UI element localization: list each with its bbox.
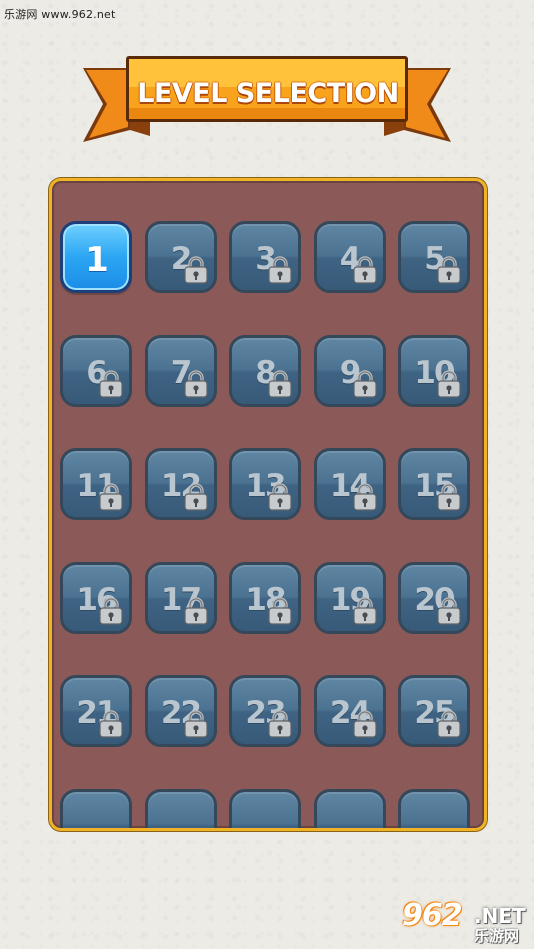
level-button-8[interactable]: 8 bbox=[229, 334, 301, 407]
padlock-icon bbox=[436, 255, 462, 285]
level-button-row6-2[interactable] bbox=[144, 788, 217, 828]
level-button-4[interactable]: 4 bbox=[313, 221, 386, 293]
level-button-10[interactable]: 10 bbox=[398, 334, 470, 407]
level-button-7[interactable]: 7 bbox=[144, 334, 217, 407]
level-button-9[interactable]: 9 bbox=[313, 334, 386, 407]
level-button-24[interactable]: 24 bbox=[313, 675, 386, 747]
level-button-23[interactable]: 23 bbox=[229, 675, 301, 747]
level-button-13[interactable]: 13 bbox=[229, 448, 301, 520]
level-button-19[interactable]: 19 bbox=[313, 561, 386, 634]
padlock-icon bbox=[436, 369, 462, 399]
padlock-icon bbox=[267, 596, 293, 626]
level-button-1[interactable]: 1 bbox=[60, 221, 132, 293]
padlock-icon bbox=[183, 255, 209, 285]
padlock-icon bbox=[352, 369, 378, 399]
padlock-icon bbox=[267, 482, 293, 512]
level-button-12[interactable]: 12 bbox=[144, 448, 217, 520]
page-title: LEVEL SELECTION bbox=[137, 78, 399, 109]
level-number: 1 bbox=[85, 240, 109, 280]
level-button-22[interactable]: 22 bbox=[144, 675, 217, 747]
level-button-2[interactable]: 2 bbox=[144, 221, 217, 293]
level-button-17[interactable]: 17 bbox=[144, 561, 217, 634]
padlock-icon bbox=[436, 482, 462, 512]
level-button-row6-5[interactable] bbox=[398, 788, 470, 828]
padlock-icon bbox=[352, 482, 378, 512]
padlock-icon bbox=[183, 369, 209, 399]
level-button-16[interactable]: 16 bbox=[60, 561, 132, 634]
level-button-20[interactable]: 20 bbox=[398, 561, 470, 634]
padlock-icon bbox=[183, 709, 209, 739]
padlock-icon bbox=[436, 596, 462, 626]
level-button-18[interactable]: 18 bbox=[229, 561, 301, 634]
padlock-icon bbox=[98, 709, 124, 739]
level-button-5[interactable]: 5 bbox=[398, 221, 470, 293]
level-button-11[interactable]: 11 bbox=[60, 448, 132, 520]
padlock-icon bbox=[98, 596, 124, 626]
padlock-icon bbox=[267, 369, 293, 399]
level-button-25[interactable]: 25 bbox=[398, 675, 470, 747]
title-ribbon: LEVEL SELECTION bbox=[0, 0, 534, 160]
watermark-logo-cn: 乐游网 bbox=[474, 927, 520, 945]
padlock-icon bbox=[267, 709, 293, 739]
padlock-icon bbox=[352, 255, 378, 285]
padlock-icon bbox=[98, 482, 124, 512]
level-button-row6-4[interactable] bbox=[313, 788, 386, 828]
padlock-icon bbox=[352, 709, 378, 739]
padlock-icon bbox=[267, 255, 293, 285]
level-button-row6-3[interactable] bbox=[229, 788, 301, 828]
level-button-21[interactable]: 21 bbox=[60, 675, 132, 747]
padlock-icon bbox=[183, 596, 209, 626]
level-grid-panel: 1 2 3 4 5 6 7 8 9 10 11 12 13 14 15 16 17 18 19 20 21 22 23 24 2… bbox=[49, 178, 487, 831]
padlock-icon bbox=[98, 369, 124, 399]
level-button-6[interactable]: 6 bbox=[60, 334, 132, 407]
watermark-logo-number: 962 bbox=[402, 898, 463, 933]
watermark-logo: 962 .NET 乐游网 bbox=[398, 898, 528, 945]
padlock-icon bbox=[352, 596, 378, 626]
level-button-row6-1[interactable] bbox=[60, 788, 132, 828]
level-button-15[interactable]: 15 bbox=[398, 448, 470, 520]
padlock-icon bbox=[436, 709, 462, 739]
level-button-14[interactable]: 14 bbox=[313, 448, 386, 520]
padlock-icon bbox=[183, 482, 209, 512]
level-button-3[interactable]: 3 bbox=[229, 221, 301, 293]
